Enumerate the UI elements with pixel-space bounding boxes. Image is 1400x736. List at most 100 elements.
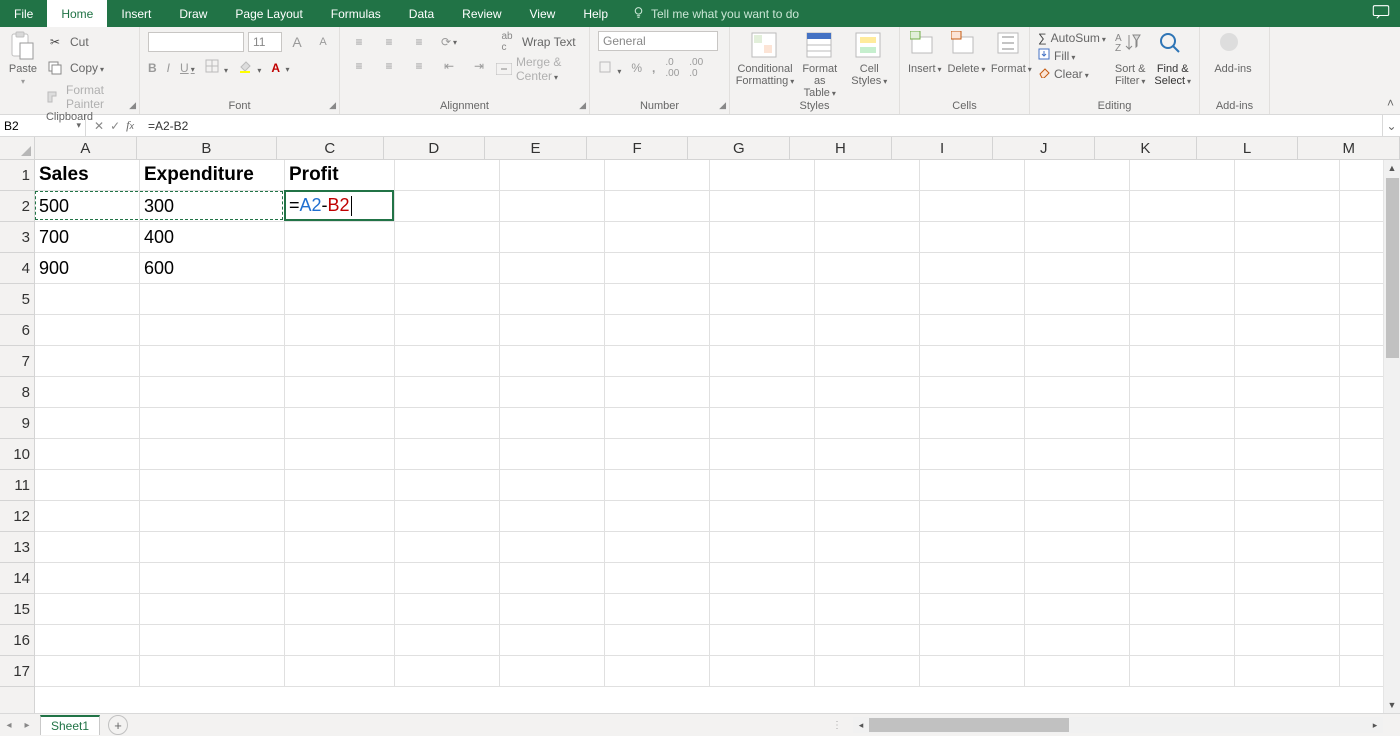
cell[interactable]	[1235, 160, 1340, 191]
tell-me[interactable]: Tell me what you want to do	[632, 0, 799, 27]
column-header[interactable]: C	[277, 137, 383, 159]
add-sheet-button[interactable]: +	[108, 715, 128, 735]
cell[interactable]	[815, 377, 920, 408]
scroll-left-icon[interactable]: ◂	[853, 720, 869, 731]
dialog-launcher-icon[interactable]: ◢	[719, 100, 726, 111]
cell[interactable]	[710, 191, 815, 222]
cell[interactable]	[920, 625, 1025, 656]
merge-center-button[interactable]: Merge & Center	[496, 55, 581, 83]
cell[interactable]	[710, 532, 815, 563]
wrap-text-button[interactable]: abc Wrap Text	[496, 31, 581, 53]
cell[interactable]	[1025, 532, 1130, 563]
cell[interactable]	[920, 470, 1025, 501]
cell[interactable]	[1130, 439, 1235, 470]
cell[interactable]	[140, 470, 285, 501]
clear-button[interactable]: Clear	[1038, 66, 1106, 81]
row-header[interactable]: 5	[0, 284, 34, 315]
cell[interactable]	[500, 222, 605, 253]
cell[interactable]	[710, 253, 815, 284]
cell[interactable]	[920, 656, 1025, 687]
align-left-icon[interactable]: ≡	[348, 55, 370, 77]
tab-insert[interactable]: Insert	[107, 0, 165, 27]
cell[interactable]	[35, 656, 140, 687]
cell[interactable]	[35, 470, 140, 501]
cell[interactable]	[1130, 408, 1235, 439]
cell[interactable]	[605, 160, 710, 191]
cell-styles-button[interactable]: Cell Styles	[848, 31, 892, 88]
cell[interactable]	[1025, 315, 1130, 346]
cell[interactable]	[285, 501, 395, 532]
cell[interactable]	[1025, 346, 1130, 377]
cell[interactable]	[1235, 253, 1340, 284]
column-header[interactable]: E	[485, 137, 587, 159]
copy-button[interactable]: Copy	[44, 57, 131, 79]
percent-button[interactable]: %	[631, 61, 642, 75]
find-select-button[interactable]: Find & Select	[1154, 31, 1191, 88]
cell[interactable]	[1235, 315, 1340, 346]
cell[interactable]	[35, 284, 140, 315]
cell[interactable]	[605, 253, 710, 284]
borders-button[interactable]	[205, 59, 228, 76]
cell[interactable]	[605, 656, 710, 687]
column-header[interactable]: D	[384, 137, 486, 159]
cell[interactable]	[605, 408, 710, 439]
cell[interactable]	[285, 532, 395, 563]
sheet-nav-next-icon[interactable]: ▸	[18, 720, 36, 731]
cell[interactable]	[1025, 222, 1130, 253]
cell[interactable]	[140, 284, 285, 315]
addins-button[interactable]: Add-ins	[1208, 31, 1258, 75]
formula-input[interactable]	[142, 115, 1382, 136]
cell[interactable]	[815, 563, 920, 594]
row-header[interactable]: 17	[0, 656, 34, 687]
cell[interactable]: 700	[35, 222, 140, 253]
tab-split-handle[interactable]: ⋮	[832, 714, 840, 736]
cell[interactable]	[710, 315, 815, 346]
cell[interactable]	[605, 501, 710, 532]
cell[interactable]	[920, 191, 1025, 222]
cell[interactable]	[395, 222, 500, 253]
cell[interactable]	[815, 532, 920, 563]
cell[interactable]	[815, 656, 920, 687]
cell[interactable]	[1025, 625, 1130, 656]
cell[interactable]	[920, 253, 1025, 284]
cell[interactable]	[1130, 470, 1235, 501]
sort-filter-button[interactable]: AZ Sort & Filter	[1112, 31, 1148, 88]
cell[interactable]	[1025, 594, 1130, 625]
cell[interactable]	[500, 594, 605, 625]
cell[interactable]	[500, 625, 605, 656]
cell[interactable]	[815, 408, 920, 439]
cell[interactable]	[285, 563, 395, 594]
cell[interactable]	[605, 346, 710, 377]
increase-decimal-icon[interactable]: .0.00	[665, 57, 679, 79]
cell[interactable]	[1025, 408, 1130, 439]
cell[interactable]	[605, 222, 710, 253]
cell[interactable]	[500, 346, 605, 377]
cell[interactable]	[500, 532, 605, 563]
cell[interactable]: 500	[35, 191, 140, 222]
decrease-font-icon[interactable]: A	[312, 31, 334, 53]
cell[interactable]	[1235, 501, 1340, 532]
sheet-tab[interactable]: Sheet1	[40, 715, 100, 735]
row-header[interactable]: 1	[0, 160, 34, 191]
cell[interactable]	[710, 408, 815, 439]
cell[interactable]	[1025, 160, 1130, 191]
sheet-nav-prev-icon[interactable]: ◂	[0, 720, 18, 731]
fill-color-button[interactable]	[238, 59, 261, 76]
cell[interactable]	[395, 377, 500, 408]
cell[interactable]	[1130, 315, 1235, 346]
cell[interactable]	[35, 439, 140, 470]
scroll-thumb[interactable]	[869, 718, 1069, 732]
paste-button[interactable]: Paste ▾	[8, 31, 38, 86]
cell[interactable]	[710, 284, 815, 315]
font-family-select[interactable]	[148, 32, 244, 52]
cell[interactable]	[395, 284, 500, 315]
cell[interactable]	[500, 408, 605, 439]
row-header[interactable]: 4	[0, 253, 34, 284]
cell[interactable]	[285, 439, 395, 470]
cell[interactable]	[500, 253, 605, 284]
row-header[interactable]: 2	[0, 191, 34, 222]
column-header[interactable]: A	[35, 137, 137, 159]
cell[interactable]	[1235, 625, 1340, 656]
delete-cells-button[interactable]: Delete	[948, 31, 986, 76]
cell[interactable]	[605, 532, 710, 563]
